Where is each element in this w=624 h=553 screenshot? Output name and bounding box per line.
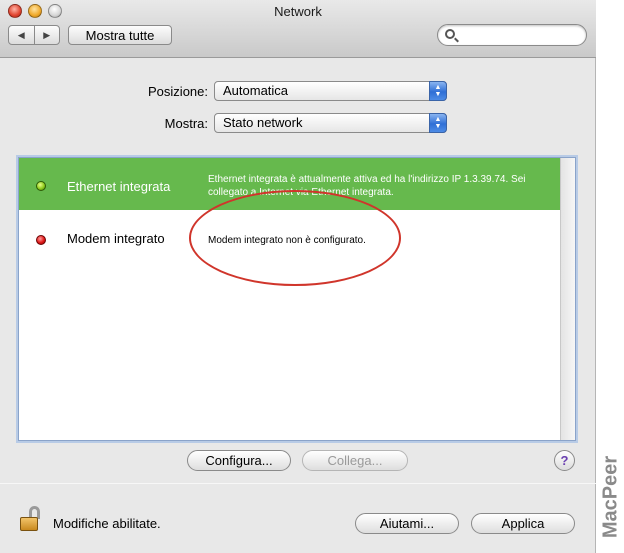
popup-arrows-icon: ▲ ▼ — [429, 81, 447, 101]
help-button[interactable]: ? — [554, 450, 575, 471]
show-all-button[interactable]: Mostra tutte — [68, 25, 172, 45]
popup-arrows-icon: ▲ ▼ — [429, 113, 447, 133]
show-label: Mostra: — [164, 116, 208, 131]
connect-button[interactable]: Collega... — [302, 450, 408, 471]
list-item-ethernet[interactable]: Ethernet integrata Ethernet integrata è … — [19, 158, 560, 210]
location-popup[interactable]: Automatica ▲ ▼ — [214, 81, 447, 101]
list-scrollbar[interactable] — [560, 158, 575, 440]
interface-name: Modem integrato — [67, 231, 165, 246]
show-popup-value: Stato network — [223, 115, 303, 130]
list-item-modem[interactable]: Modem integrato Modem integrato non è co… — [19, 214, 560, 266]
location-popup-value: Automatica — [223, 83, 289, 98]
show-popup[interactable]: Stato network ▲ ▼ — [214, 113, 447, 133]
network-preferences-window: Network ◀ ▶ Mostra tutte Posizione: Auto… — [0, 0, 596, 553]
interface-status-text: Modem integrato non è configurato. — [208, 235, 366, 246]
status-green-icon — [36, 181, 46, 191]
search-icon — [445, 29, 455, 39]
back-forward-control: ◀ ▶ — [8, 25, 60, 45]
interface-status-text: Ethernet integrata è attualmente attiva … — [208, 174, 526, 198]
status-red-icon — [36, 235, 46, 245]
search-field[interactable] — [437, 24, 587, 46]
assist-button[interactable]: Aiutami... — [355, 513, 459, 534]
configure-button[interactable]: Configura... — [187, 450, 291, 471]
lock-body — [20, 517, 38, 531]
lock-icon[interactable] — [20, 506, 42, 532]
location-label: Posizione: — [148, 84, 208, 99]
watermark-text: MacPeer — [599, 455, 622, 539]
network-status-list: Ethernet integrata Ethernet integrata è … — [18, 157, 576, 441]
watermark: MacPeer — [598, 447, 624, 547]
back-arrow-icon: ◀ — [17, 29, 25, 40]
divider — [0, 483, 596, 484]
forward-button[interactable]: ▶ — [35, 26, 60, 44]
window-title: Network — [274, 4, 322, 19]
back-button[interactable]: ◀ — [9, 26, 35, 44]
forward-arrow-icon: ▶ — [43, 29, 51, 40]
apply-button[interactable]: Applica — [471, 513, 575, 534]
interface-name: Ethernet integrata — [67, 179, 171, 194]
title-bar: Network ◀ ▶ Mostra tutte — [0, 0, 596, 58]
lock-status-text: Modifiche abilitate. — [53, 516, 161, 531]
